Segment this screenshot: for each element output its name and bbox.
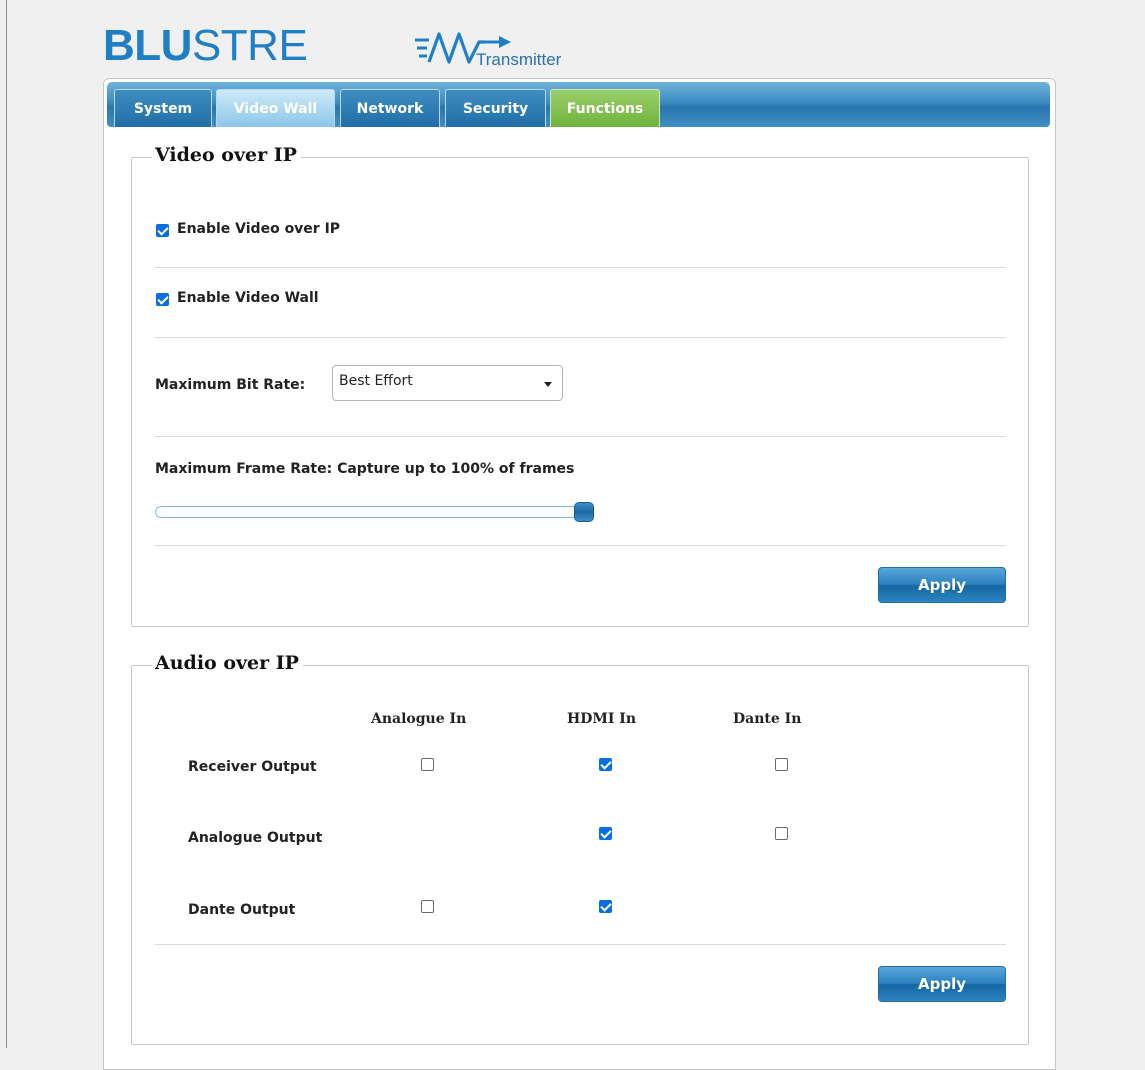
column-header-hdmi-in: HDMI In (567, 711, 637, 727)
tab-functions[interactable]: Functions (550, 89, 660, 127)
row-label-receiver-output: Receiver Output (188, 759, 317, 775)
enable-video-checkbox[interactable] (156, 224, 169, 237)
analogue-hdmi-checkbox[interactable] (599, 827, 612, 840)
logo-brand-part2: STRE (191, 21, 308, 70)
receiver-dante-checkbox[interactable] (775, 758, 788, 771)
blustream-logo: BLUSTRE Transmitter (103, 22, 623, 74)
framerate-slider-track[interactable] (155, 506, 585, 518)
chevron-down-icon (544, 382, 552, 387)
audio-section-legend: Audio over IP (152, 652, 303, 674)
column-header-analogue-in: Analogue In (371, 711, 467, 727)
framerate-label: Maximum Frame Rate: Capture up to 100% o… (155, 461, 575, 477)
logo-subtitle: Transmitter (476, 50, 562, 69)
main-panel: System Video Wall Network Security Funct… (103, 78, 1056, 1070)
divider (155, 337, 1006, 338)
bitrate-select[interactable]: Best Effort (332, 365, 563, 401)
bitrate-label: Maximum Bit Rate: (155, 377, 306, 393)
tab-bar: System Video Wall Network Security Funct… (107, 82, 1050, 127)
bitrate-select-value: Best Effort (339, 373, 413, 389)
tab-security[interactable]: Security (445, 89, 546, 127)
divider (155, 944, 1006, 945)
audio-over-ip-section: Audio over IP Analogue In HDMI In Dante … (131, 652, 1029, 1045)
window-edge (6, 0, 7, 1048)
row-label-dante-output: Dante Output (188, 902, 296, 918)
divider (155, 436, 1006, 437)
video-section-legend: Video over IP (152, 144, 301, 166)
logo-brand-part1: BLU (103, 21, 192, 70)
receiver-hdmi-checkbox[interactable] (599, 758, 612, 771)
video-apply-button[interactable]: Apply (878, 567, 1006, 603)
framerate-slider-handle[interactable] (574, 502, 594, 522)
enable-video-wall-checkbox[interactable] (156, 293, 169, 306)
divider (155, 267, 1006, 268)
row-label-analogue-output: Analogue Output (188, 830, 323, 846)
dante-hdmi-checkbox[interactable] (599, 900, 612, 913)
enable-video-label: Enable Video over IP (177, 221, 341, 237)
tab-system[interactable]: System (114, 89, 212, 127)
tab-video-wall[interactable]: Video Wall (216, 89, 335, 127)
enable-video-wall-label: Enable Video Wall (177, 290, 319, 306)
divider (155, 545, 1006, 546)
tab-network[interactable]: Network (340, 89, 440, 127)
video-over-ip-section: Video over IP Enable Video over IP Enabl… (131, 144, 1029, 627)
receiver-analogue-checkbox[interactable] (421, 758, 434, 771)
column-header-dante-in: Dante In (733, 711, 802, 727)
audio-apply-button[interactable]: Apply (878, 966, 1006, 1002)
analogue-dante-checkbox[interactable] (775, 827, 788, 840)
dante-analogue-checkbox[interactable] (421, 900, 434, 913)
